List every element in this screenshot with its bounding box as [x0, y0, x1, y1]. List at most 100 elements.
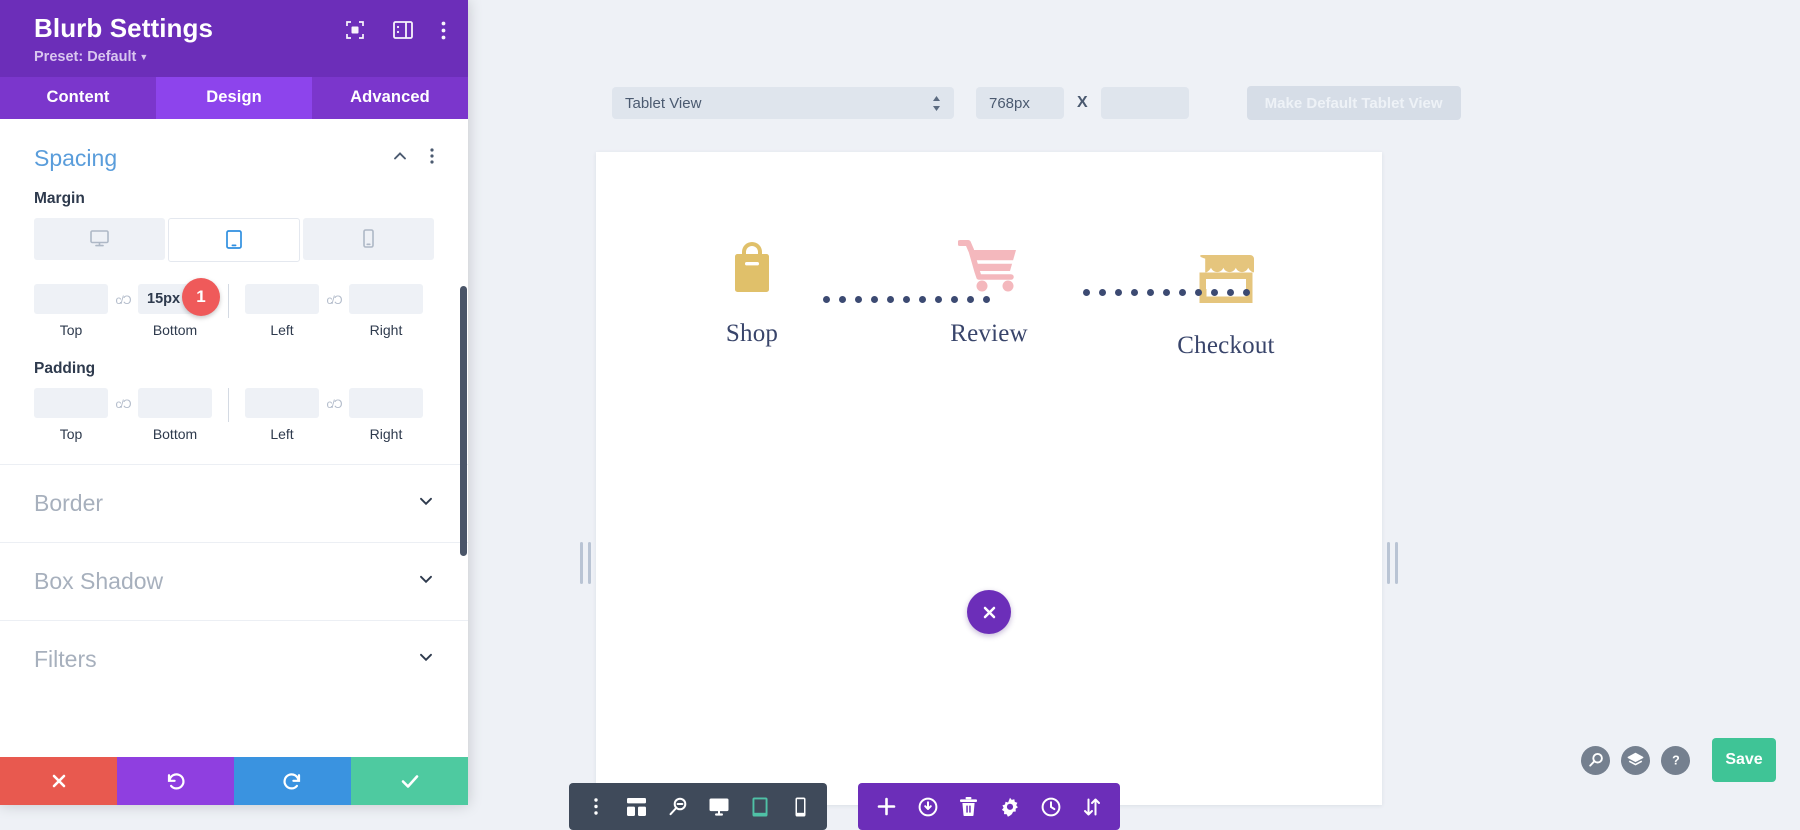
panel-footer: [0, 757, 468, 805]
padding-top-input[interactable]: [34, 387, 108, 418]
help-icon[interactable]: ?: [1661, 745, 1690, 775]
margin-top-input[interactable]: [34, 283, 108, 314]
viewport-mode-select[interactable]: Tablet View: [612, 87, 954, 119]
section-filters[interactable]: Filters: [0, 619, 468, 698]
margin-left-input[interactable]: [245, 283, 319, 314]
margin-label: Margin: [34, 189, 85, 207]
layers-icon[interactable]: [1621, 745, 1650, 775]
section-border[interactable]: Border: [0, 463, 468, 542]
device-desktop-button[interactable]: [34, 217, 165, 260]
padding-right-input[interactable]: [349, 387, 423, 418]
blurb-title: Shop: [725, 320, 779, 347]
preset-label: Preset: Default: [34, 48, 137, 65]
margin-device-toggle: [34, 217, 435, 262]
viewport-width-input[interactable]: 768px: [976, 87, 1064, 119]
section-box-shadow[interactable]: Box Shadow: [0, 541, 468, 620]
sort-icon[interactable]: [1071, 783, 1112, 830]
section-spacing: Spacing 1 Margin Top c/Ɔ 15px Bottom Lef…: [0, 119, 468, 464]
padding-label: Padding: [34, 359, 96, 377]
link-top-bottom-icon[interactable]: c/Ɔ: [108, 293, 138, 329]
margin-right-cell: Right: [349, 283, 423, 338]
settings-icon[interactable]: [989, 783, 1030, 830]
save-button[interactable]: Save: [1712, 738, 1776, 782]
add-icon[interactable]: [866, 783, 907, 830]
padding-left-input[interactable]: [245, 387, 319, 418]
make-default-tablet-view-button[interactable]: Make Default Tablet View: [1246, 86, 1461, 120]
tab-content[interactable]: Content: [0, 77, 156, 119]
padding-top-label: Top: [59, 425, 83, 442]
padding-bottom-input[interactable]: [138, 387, 212, 418]
blurb-row: Shop Review Checkout: [596, 152, 1382, 360]
border-section-title: Border: [34, 489, 104, 516]
save-to-library-icon[interactable]: [907, 783, 948, 830]
viewport-dimension-separator: X: [1077, 94, 1088, 111]
blurb-settings-panel: Blurb Settings Preset: Default ▼ Content…: [0, 0, 468, 805]
padding-right-cell: Right: [349, 387, 423, 442]
zoom-out-icon[interactable]: [657, 783, 698, 830]
chevron-up-icon[interactable]: [392, 148, 408, 169]
more-options-icon[interactable]: [441, 21, 446, 40]
link-left-right-icon[interactable]: c/Ɔ: [319, 293, 349, 329]
undo-button[interactable]: [117, 757, 234, 805]
device-phone-button[interactable]: [303, 217, 435, 260]
chevron-down-icon: [418, 493, 434, 514]
panel-header: Blurb Settings Preset: Default ▼: [0, 0, 468, 77]
margin-inputs: Top c/Ɔ Bottom Left c/Ɔ: [34, 283, 434, 346]
svg-text:?: ?: [1672, 753, 1680, 767]
confirm-button[interactable]: [351, 757, 468, 805]
link-padding-left-right-icon[interactable]: c/Ɔ: [319, 397, 349, 433]
search-icon[interactable]: [1581, 745, 1610, 775]
spacing-section-tools: [392, 148, 434, 169]
wireframe-icon[interactable]: [616, 783, 657, 830]
spacing-section-title: Spacing: [34, 144, 118, 171]
desktop-icon[interactable]: [698, 783, 739, 830]
cancel-button[interactable]: [0, 757, 117, 805]
resize-handle-left[interactable]: [580, 542, 591, 584]
blurb-review[interactable]: Review: [903, 230, 1075, 348]
margin-left-label: Left: [270, 321, 294, 338]
panel-scrollbar[interactable]: [460, 285, 467, 556]
panel-header-icons: [345, 20, 446, 40]
builder-canvas: Tablet View 768px X Make Default Tablet …: [468, 0, 1800, 830]
spacing-section-header[interactable]: Spacing: [34, 119, 434, 176]
delete-icon[interactable]: [948, 783, 989, 830]
focus-icon[interactable]: [345, 20, 365, 40]
padding-vertical-group: Top c/Ɔ Bottom: [34, 387, 212, 442]
close-module-button[interactable]: [967, 590, 1011, 634]
box-shadow-section-title: Box Shadow: [34, 567, 164, 594]
panel-layout-icon[interactable]: [393, 21, 413, 39]
chevron-down-icon: ▼: [139, 51, 149, 62]
padding-horizontal-group: Left c/Ɔ Right: [245, 387, 423, 442]
padding-left-cell: Left: [245, 387, 319, 442]
padding-inputs: Top c/Ɔ Bottom Left c/Ɔ Right: [34, 387, 434, 464]
viewport-height-input[interactable]: [1100, 87, 1189, 119]
margin-top-label: Top: [59, 321, 83, 338]
spacing-more-options-icon[interactable]: [430, 148, 434, 169]
padding-top-cell: Top: [34, 387, 108, 442]
blurb-shop[interactable]: Shop: [666, 230, 838, 348]
more-options-icon[interactable]: [575, 783, 616, 830]
padding-bottom-label: Bottom: [152, 425, 198, 442]
select-arrows-icon: [933, 95, 940, 111]
resize-handle-right[interactable]: [1387, 542, 1398, 584]
margin-horizontal-group: Left c/Ɔ Right: [245, 283, 423, 338]
history-icon[interactable]: [1030, 783, 1071, 830]
shopping-bag-icon: [729, 230, 775, 302]
margin-bottom-label: Bottom: [152, 321, 198, 338]
blurb-title: Checkout: [1177, 332, 1275, 359]
link-padding-top-bottom-icon[interactable]: c/Ɔ: [108, 397, 138, 433]
viewport-mode-value: Tablet View: [625, 94, 702, 112]
tab-design[interactable]: Design: [156, 76, 312, 119]
redo-button[interactable]: [234, 757, 351, 805]
device-tablet-button[interactable]: [167, 217, 301, 262]
tablet-icon[interactable]: [739, 783, 780, 830]
margin-right-input[interactable]: [349, 283, 423, 314]
margin-divider: [228, 283, 229, 318]
phone-icon[interactable]: [780, 783, 821, 830]
preset-selector[interactable]: Preset: Default ▼: [34, 49, 446, 65]
tab-advanced[interactable]: Advanced: [312, 77, 468, 119]
padding-right-label: Right: [369, 425, 403, 442]
builder-view-toolbar: [569, 783, 827, 830]
margin-left-cell: Left: [245, 283, 319, 338]
blurb-checkout[interactable]: Checkout: [1140, 242, 1312, 360]
